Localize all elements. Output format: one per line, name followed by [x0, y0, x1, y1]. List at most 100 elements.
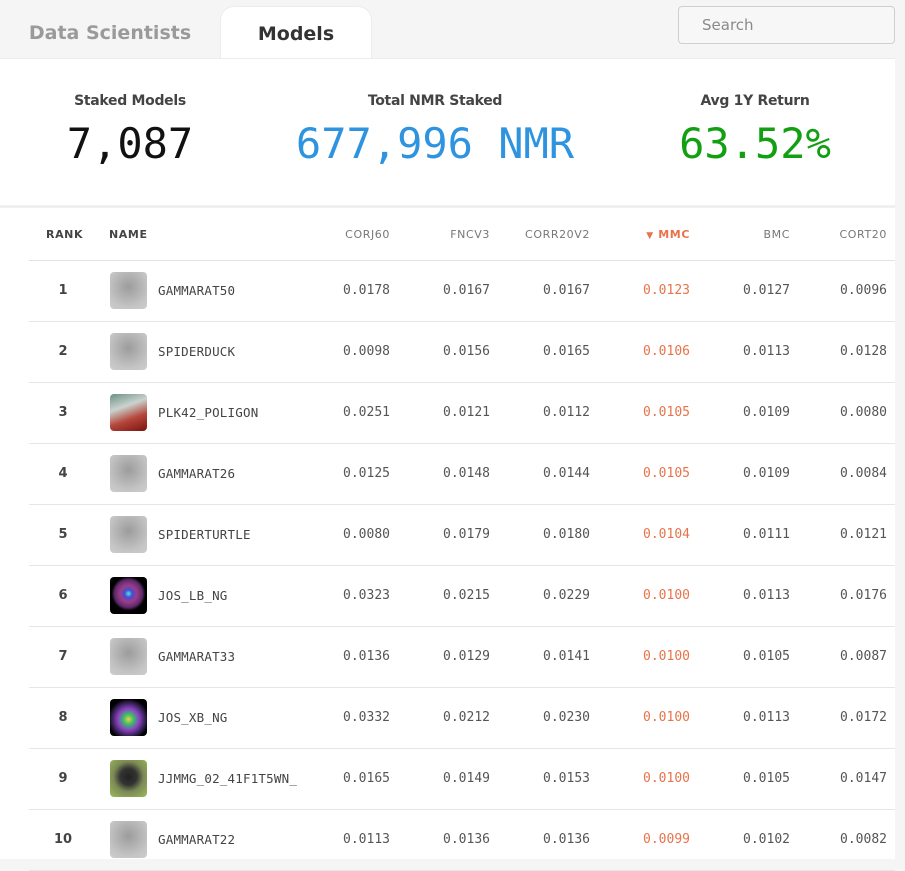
model-name-link[interactable]: GAMMARAT22: [158, 832, 235, 847]
fncv3-cell: 0.0179: [443, 527, 490, 542]
bmc-cell: 0.0113: [743, 344, 790, 359]
model-name-link[interactable]: GAMMARAT50: [158, 283, 235, 298]
bmc-cell: 0.0127: [743, 283, 790, 298]
table-row[interactable]: 7 GAMMARAT33 0.0136 0.0129 0.0141 0.0100 0.010…: [29, 627, 895, 688]
fncv3-cell: 0.0121: [443, 405, 490, 420]
column-header-bmc[interactable]: BMC: [710, 228, 790, 241]
stat-value: 677,996 NMR: [295, 119, 575, 168]
stat-staked-models: Staked Models 7,087: [30, 93, 230, 168]
rank-cell: 2: [58, 344, 68, 359]
stats-summary: Staked Models 7,087 Total NMR Staked 677…: [0, 59, 895, 208]
corr20v2-cell: 0.0229: [543, 588, 590, 603]
corr20v2-cell: 0.0112: [543, 405, 590, 420]
stat-value: 7,087: [66, 119, 194, 168]
column-header-mmc[interactable]: ▼ MMC: [610, 228, 690, 241]
cort20-cell: 0.0176: [840, 588, 887, 603]
corj60-cell: 0.0136: [343, 649, 390, 664]
bmc-cell: 0.0113: [743, 710, 790, 725]
corj60-cell: 0.0332: [343, 710, 390, 725]
corr20v2-cell: 0.0141: [543, 649, 590, 664]
bmc-cell: 0.0105: [743, 771, 790, 786]
model-name-link[interactable]: GAMMARAT33: [158, 649, 235, 664]
mmc-cell: 0.0123: [643, 283, 690, 298]
bmc-cell: 0.0109: [743, 466, 790, 481]
column-header-corj60[interactable]: CORJ60: [310, 228, 390, 241]
cort20-cell: 0.0080: [840, 405, 887, 420]
fncv3-cell: 0.0129: [443, 649, 490, 664]
table-row[interactable]: 5 SPIDERTURTLE 0.0080 0.0179 0.0180 0.0104 0.0…: [29, 505, 895, 566]
cort20-cell: 0.0172: [840, 710, 887, 725]
model-name-link[interactable]: SPIDERDUCK: [158, 344, 235, 359]
bmc-cell: 0.0113: [743, 588, 790, 603]
corj60-cell: 0.0080: [343, 527, 390, 542]
model-name-link[interactable]: PLK42_POLIGON: [158, 405, 258, 420]
bmc-cell: 0.0102: [743, 832, 790, 847]
fncv3-cell: 0.0156: [443, 344, 490, 359]
tab-bar: Data Scientists Models: [0, 0, 905, 60]
models-table: RANK NAME CORJ60 FNCV3 CORR20V2 ▼ MMC BM…: [29, 208, 895, 871]
model-avatar[interactable]: [110, 577, 147, 614]
rank-cell: 1: [58, 283, 68, 298]
corj60-cell: 0.0113: [343, 832, 390, 847]
table-row[interactable]: 3 PLK42_POLIGON 0.0251 0.0121 0.0112 0.0105 0.…: [29, 383, 895, 444]
model-avatar[interactable]: [110, 699, 147, 736]
model-avatar[interactable]: [110, 638, 147, 675]
models-panel: Staked Models 7,087 Total NMR Staked 677…: [0, 58, 895, 871]
cort20-cell: 0.0087: [840, 649, 887, 664]
table-header: RANK NAME CORJ60 FNCV3 CORR20V2 ▼ MMC BM…: [29, 208, 895, 261]
rank-cell: 4: [58, 466, 68, 481]
table-row[interactable]: 9 JJMMG_02_41F1T5WN_ 0.0165 0.0149 0.0153 0.0…: [29, 749, 895, 810]
table-row[interactable]: 6 JOS_LB_NG 0.0323 0.0215 0.0229 0.0100 0.0113…: [29, 566, 895, 627]
bmc-cell: 0.0105: [743, 649, 790, 664]
table-row[interactable]: 8 JOS_XB_NG 0.0332 0.0212 0.0230 0.0100 0.0113…: [29, 688, 895, 749]
scrollbar[interactable]: [895, 58, 905, 837]
model-avatar[interactable]: [110, 272, 147, 309]
search-input[interactable]: [700, 15, 898, 35]
column-header-cort20[interactable]: CORT20: [807, 228, 887, 241]
fncv3-cell: 0.0167: [443, 283, 490, 298]
corr20v2-cell: 0.0136: [543, 832, 590, 847]
cort20-cell: 0.0096: [840, 283, 887, 298]
rank-cell: 7: [58, 649, 68, 664]
table-row[interactable]: 4 GAMMARAT26 0.0125 0.0148 0.0144 0.0105 0.010…: [29, 444, 895, 505]
rank-cell: 9: [58, 771, 68, 786]
column-header-rank[interactable]: RANK: [46, 228, 83, 241]
model-name-link[interactable]: JOS_XB_NG: [158, 710, 228, 725]
sort-desc-icon: ▼: [646, 231, 654, 241]
table-row[interactable]: 2 SPIDERDUCK 0.0098 0.0156 0.0165 0.0106 0.011…: [29, 322, 895, 383]
corj60-cell: 0.0125: [343, 466, 390, 481]
model-avatar[interactable]: [110, 455, 147, 492]
model-avatar[interactable]: [110, 760, 147, 797]
cort20-cell: 0.0147: [840, 771, 887, 786]
model-avatar[interactable]: [110, 394, 147, 431]
table-row[interactable]: 10 GAMMARAT22 0.0113 0.0136 0.0136 0.0099 0.01…: [29, 810, 895, 871]
rank-cell: 6: [58, 588, 68, 603]
cort20-cell: 0.0121: [840, 527, 887, 542]
model-name-link[interactable]: GAMMARAT26: [158, 466, 235, 481]
corj60-cell: 0.0098: [343, 344, 390, 359]
fncv3-cell: 0.0136: [443, 832, 490, 847]
fncv3-cell: 0.0149: [443, 771, 490, 786]
model-name-link[interactable]: JJMMG_02_41F1T5WN_: [158, 771, 297, 786]
column-header-mmc-label: MMC: [658, 228, 690, 241]
model-name-link[interactable]: JOS_LB_NG: [158, 588, 228, 603]
stat-label: Total NMR Staked: [367, 93, 503, 109]
rank-cell: 8: [58, 710, 68, 725]
table-row[interactable]: 1 GAMMARAT50 0.0178 0.0167 0.0167 0.0123 0.012…: [29, 261, 895, 322]
column-header-name[interactable]: NAME: [109, 228, 148, 241]
search-box[interactable]: [678, 6, 898, 44]
model-avatar[interactable]: [110, 333, 147, 370]
corj60-cell: 0.0165: [343, 771, 390, 786]
column-header-corr20v2[interactable]: CORR20V2: [500, 228, 590, 241]
tab-data-scientists[interactable]: Data Scientists: [0, 6, 220, 59]
corr20v2-cell: 0.0230: [543, 710, 590, 725]
model-avatar[interactable]: [110, 821, 147, 858]
corr20v2-cell: 0.0167: [543, 283, 590, 298]
mmc-cell: 0.0104: [643, 527, 690, 542]
model-avatar[interactable]: [110, 516, 147, 553]
column-header-fncv3[interactable]: FNCV3: [410, 228, 490, 241]
mmc-cell: 0.0105: [643, 466, 690, 481]
mmc-cell: 0.0100: [643, 649, 690, 664]
tab-models[interactable]: Models: [220, 6, 372, 60]
model-name-link[interactable]: SPIDERTURTLE: [158, 527, 251, 542]
